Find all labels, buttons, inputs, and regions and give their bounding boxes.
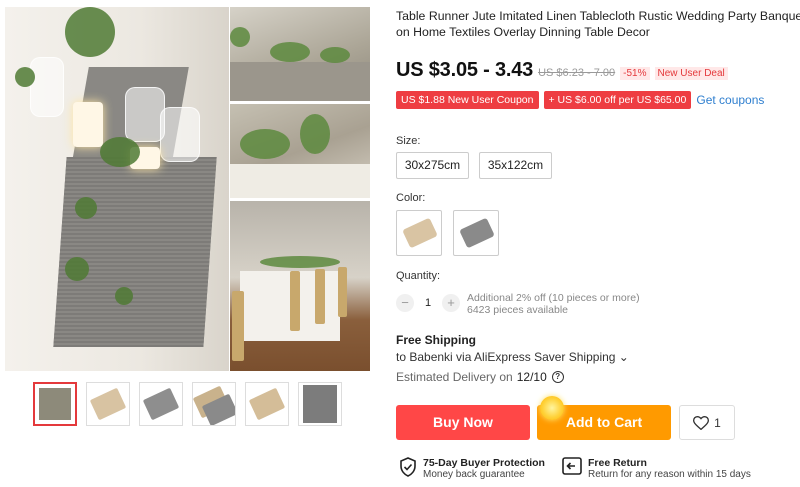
thumbnail-4[interactable] bbox=[192, 382, 236, 426]
quantity-stepper: − 1 + bbox=[396, 293, 460, 313]
greenery-graphic bbox=[100, 137, 140, 167]
thumbnail-1[interactable] bbox=[33, 382, 77, 426]
quantity-value[interactable]: 1 bbox=[414, 297, 442, 309]
quantity-label: Quantity: bbox=[396, 270, 441, 282]
free-return-subtitle: Return for any reason within 15 days bbox=[588, 469, 751, 480]
greenery-graphic bbox=[65, 7, 115, 57]
glass-graphic bbox=[160, 107, 200, 162]
current-price: US $3.05 - 3.43 bbox=[396, 59, 534, 81]
new-user-deal-badge: New User Deal bbox=[654, 67, 728, 80]
free-return-title: Free Return bbox=[588, 457, 647, 469]
glass-graphic bbox=[125, 87, 165, 142]
table-runner-graphic bbox=[53, 157, 217, 347]
chair-graphic bbox=[232, 291, 244, 361]
greenery-graphic bbox=[320, 47, 350, 63]
wishlist-button[interactable]: 1 bbox=[679, 405, 735, 440]
coin-sparkle-icon bbox=[540, 396, 564, 420]
candle-graphic bbox=[73, 102, 103, 147]
thumbnail-2[interactable] bbox=[86, 382, 130, 426]
greenery-graphic bbox=[270, 42, 310, 62]
help-icon[interactable]: ? bbox=[551, 371, 564, 383]
buyer-protection: 75-Day Buyer Protection Money back guara… bbox=[399, 457, 545, 481]
free-shipping-title: Free Shipping bbox=[396, 333, 477, 347]
color-label: Color: bbox=[396, 192, 426, 204]
new-user-coupon[interactable]: US $1.88 New User Coupon bbox=[396, 91, 539, 109]
side-image-1[interactable] bbox=[230, 7, 370, 101]
product-title-line: on Home Textiles Overlay Dinning Table D… bbox=[396, 25, 650, 39]
protection-subtitle: Money back guarantee bbox=[423, 469, 525, 480]
quantity-note: Additional 2% off (10 pieces or more) 64… bbox=[467, 292, 640, 316]
greenery-graphic bbox=[15, 67, 35, 87]
thumbnail-6[interactable] bbox=[298, 382, 342, 426]
estimated-delivery: Estimated Delivery on 12/10 ? bbox=[396, 370, 564, 384]
get-coupons-link[interactable]: Get coupons bbox=[696, 93, 764, 107]
delivery-label: Estimated Delivery on bbox=[396, 370, 513, 384]
heart-icon bbox=[693, 415, 710, 430]
discount-badge: -51% bbox=[620, 67, 650, 80]
shipping-method-selector[interactable]: to Babenki via AliExpress Saver Shipping… bbox=[396, 350, 629, 364]
product-title: Table Runner Jute Imitated Linen Tablecl… bbox=[396, 8, 800, 40]
bulk-discount-text: Additional 2% off (10 pieces or more) bbox=[467, 292, 640, 304]
color-option-gray[interactable] bbox=[453, 210, 499, 256]
color-option-beige[interactable] bbox=[396, 210, 442, 256]
greenery-graphic bbox=[230, 27, 250, 47]
quantity-increase-button[interactable]: + bbox=[442, 294, 460, 312]
gray-swatch bbox=[459, 217, 495, 249]
chair-graphic bbox=[338, 267, 347, 317]
thumbnail-5[interactable] bbox=[245, 382, 289, 426]
buy-now-button[interactable]: Buy Now bbox=[396, 405, 530, 440]
thumbnail-image bbox=[39, 388, 71, 420]
greenery-graphic bbox=[260, 256, 340, 268]
stock-available-text: 6423 pieces available bbox=[467, 304, 568, 316]
chair-graphic bbox=[315, 269, 325, 324]
beige-swatch bbox=[402, 217, 438, 249]
greenery-graphic bbox=[75, 197, 97, 219]
size-option-30x275[interactable]: 30x275cm bbox=[396, 152, 469, 179]
greenery-graphic bbox=[115, 287, 133, 305]
price-row: US $3.05 - 3.43 US $6.23 - 7.00 -51% New… bbox=[396, 59, 728, 81]
side-image-3[interactable] bbox=[230, 201, 370, 371]
greenery-graphic bbox=[65, 257, 89, 281]
quantity-decrease-button[interactable]: − bbox=[396, 294, 414, 312]
shield-check-icon bbox=[400, 457, 416, 477]
size-label: Size: bbox=[396, 135, 421, 147]
thumbnail-image bbox=[89, 387, 127, 421]
thumbnail-image bbox=[248, 387, 286, 421]
product-title-line: Table Runner Jute Imitated Linen Tablecl… bbox=[396, 9, 800, 23]
coupon-row: US $1.88 New User Coupon + US $6.00 off … bbox=[396, 91, 764, 109]
chair-graphic bbox=[290, 271, 300, 331]
side-image-2[interactable] bbox=[230, 104, 370, 198]
delivery-date: 12/10 bbox=[516, 370, 547, 384]
protection-title: 75-Day Buyer Protection bbox=[423, 457, 545, 469]
return-icon bbox=[562, 457, 582, 475]
free-return: Free Return Return for any reason within… bbox=[562, 457, 751, 481]
greenery-graphic bbox=[240, 129, 290, 159]
thumbnail-3[interactable] bbox=[139, 382, 183, 426]
size-option-35x122[interactable]: 35x122cm bbox=[479, 152, 552, 179]
wishlist-count: 1 bbox=[714, 415, 721, 430]
spend-save-coupon[interactable]: + US $6.00 off per US $65.00 bbox=[543, 91, 692, 109]
original-price: US $6.23 - 7.00 bbox=[538, 67, 616, 79]
runner-graphic bbox=[230, 62, 370, 101]
thumbnail-image bbox=[142, 387, 180, 421]
tablecloth-graphic bbox=[230, 164, 370, 198]
main-product-image[interactable] bbox=[5, 7, 229, 371]
greenery-graphic bbox=[300, 114, 330, 154]
glass-graphic bbox=[30, 57, 64, 117]
thumbnail-image bbox=[303, 385, 337, 423]
